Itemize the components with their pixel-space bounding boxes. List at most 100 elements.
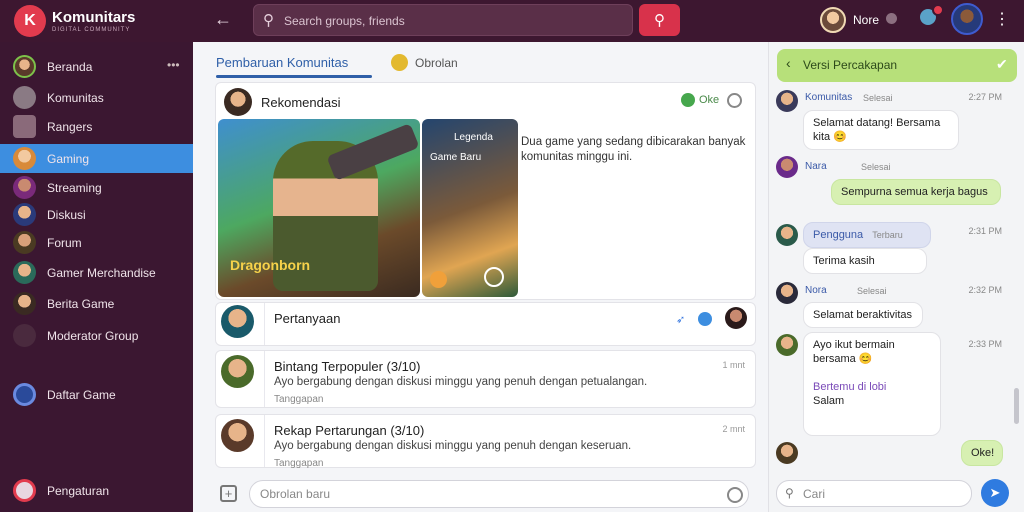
post-side-image[interactable]: Legenda Game Baru (422, 119, 518, 297)
avatar[interactable] (776, 442, 798, 464)
user-avatar[interactable] (820, 7, 846, 33)
sidebar-item-beranda[interactable]: Beranda ••• (0, 52, 193, 81)
game-list-icon (13, 383, 36, 406)
avatar[interactable] (725, 307, 747, 329)
sidebar-item-label: Gamer Merchandise (47, 266, 156, 280)
avatar[interactable] (776, 282, 798, 304)
sidebar-item-label: Forum (47, 236, 82, 250)
search-button[interactable]: ⚲ (639, 4, 680, 36)
back-arrow-icon[interactable]: ← (214, 9, 232, 30)
chat-message: Selamat datang! Bersama kita 😊 (803, 110, 959, 150)
chat-message: Terima kasih (803, 248, 927, 274)
user-name[interactable]: Nore (853, 13, 879, 27)
sidebar-item-diskusi[interactable]: Diskusi (0, 200, 193, 229)
sidebar-item-merchandise[interactable]: Gamer Merchandise (0, 258, 193, 287)
profile-avatar[interactable] (951, 3, 983, 35)
feed-text: Ayo bergabung dengan diskusi minggu yang… (274, 440, 632, 452)
chevron-left-icon[interactable]: ‹ (786, 55, 791, 71)
sidebar-item-komunitas[interactable]: Komunitas (0, 83, 193, 112)
tab-obrolan[interactable]: Obrolan (415, 56, 458, 70)
sidebar-item-label: Komunitas (47, 91, 104, 105)
side-caption: Legenda (454, 132, 493, 143)
avatar (13, 86, 36, 109)
avatar[interactable] (221, 355, 254, 388)
tab-pembaruan[interactable]: Pembaruan Komunitas (216, 55, 348, 70)
post-hero-image[interactable]: Dragonborn (218, 119, 420, 297)
avatar (13, 55, 36, 78)
post-body: Dua game yang sedang dibicarakan banyak … (521, 136, 746, 163)
app-name: Komunitars (52, 9, 136, 26)
feed-content: Bintang Terpopuler (3/10) Ayo bergabung … (264, 351, 755, 407)
chat-status: Selesai (863, 93, 893, 103)
avatar (13, 203, 36, 226)
chat-search-input[interactable] (803, 486, 963, 502)
play-icon[interactable] (430, 271, 447, 288)
sidebar: Beranda ••• Komunitas Rangers Gaming Str… (0, 42, 193, 512)
options-icon[interactable] (727, 93, 742, 108)
app-logo[interactable]: K (14, 5, 46, 37)
sidebar-item-forum[interactable]: Forum (0, 228, 193, 257)
avatar (13, 261, 36, 284)
chat-time: 2:27 PM (968, 92, 1002, 102)
chat-message-text: Bertemu di lobi (813, 381, 887, 393)
avatar[interactable] (776, 90, 798, 112)
share-icon[interactable] (484, 267, 504, 287)
chat-header[interactable]: ‹ Versi Percakapan ✔ (777, 49, 1017, 82)
chat-sender: Komunitas (805, 92, 853, 103)
check-icon[interactable]: ✔ (996, 56, 1008, 73)
reaction-label: Oke (699, 94, 720, 106)
chat-scrollbar[interactable] (1014, 388, 1019, 424)
sidebar-item-streaming[interactable]: Streaming (0, 173, 193, 202)
avatar[interactable] (776, 334, 798, 356)
chat-time: 2:33 PM (968, 339, 1002, 349)
avatar (13, 147, 36, 170)
avatar[interactable] (776, 156, 798, 178)
chat-message: Sempurna semua kerja bagus (831, 179, 1001, 205)
emoji-icon[interactable] (727, 487, 743, 503)
user-menu-icon[interactable] (886, 13, 897, 24)
search-bar: ⚲ (253, 4, 633, 36)
send-button[interactable]: ➤ (981, 479, 1009, 507)
sidebar-item-berita[interactable]: Berita Game (0, 289, 193, 318)
avatar[interactable] (221, 419, 254, 452)
search-input[interactable] (284, 12, 614, 30)
like-icon[interactable] (681, 93, 695, 107)
info-icon[interactable] (698, 312, 712, 326)
composer-input[interactable] (249, 480, 749, 508)
more-icon[interactable]: ••• (167, 58, 180, 72)
add-attachment-icon[interactable]: + (220, 485, 237, 502)
feed-title: Pertanyaan (274, 311, 341, 326)
sidebar-item-label: Diskusi (47, 208, 86, 222)
chat-sender: Pengguna (813, 229, 864, 241)
chat-sender: Nara (805, 161, 827, 172)
chat-status: Selesai (857, 286, 887, 296)
feed-content: Rekap Pertarungan (3/10) Ayo bergabung d… (264, 415, 755, 469)
settings-icon (13, 479, 36, 502)
feed-item[interactable]: Rekap Pertarungan (3/10) Ayo bergabung d… (215, 414, 756, 469)
sidebar-item-label: Berita Game (47, 297, 115, 311)
chat-status: Terbaru (872, 230, 903, 240)
feed-time: 1 mnt (722, 360, 745, 370)
send-icon[interactable]: ➶ (676, 313, 685, 326)
sidebar-item-rangers[interactable]: Rangers (0, 112, 193, 141)
chat-tab-icon (391, 54, 408, 71)
sidebar-item-moderator[interactable]: Moderator Group (0, 321, 193, 350)
chat-time: 2:31 PM (968, 226, 1002, 236)
chat-search: ⚲ (776, 480, 972, 507)
sidebar-item-pengaturan[interactable]: Pengaturan (0, 476, 193, 505)
avatar[interactable] (224, 88, 252, 116)
feed-item[interactable]: Bintang Terpopuler (3/10) Ayo bergabung … (215, 350, 756, 408)
more-options-icon[interactable]: ⋮ (994, 9, 1010, 29)
feed-title: Bintang Terpopuler (3/10) (274, 359, 421, 374)
avatar (13, 115, 36, 138)
sidebar-item-label: Rangers (47, 120, 93, 134)
sidebar-item-label: Moderator Group (47, 329, 139, 343)
sidebar-item-gaming[interactable]: Gaming (0, 144, 193, 173)
feed-meta: Tanggapan (274, 458, 324, 469)
sidebar-item-daftar-game[interactable]: Daftar Game (0, 380, 193, 409)
feed-item[interactable]: Pertanyaan ➶ (215, 302, 756, 346)
avatar[interactable] (776, 224, 798, 246)
chat-message: Oke! (961, 440, 1003, 466)
avatar[interactable] (221, 305, 254, 338)
sidebar-item-label: Daftar Game (47, 388, 116, 402)
